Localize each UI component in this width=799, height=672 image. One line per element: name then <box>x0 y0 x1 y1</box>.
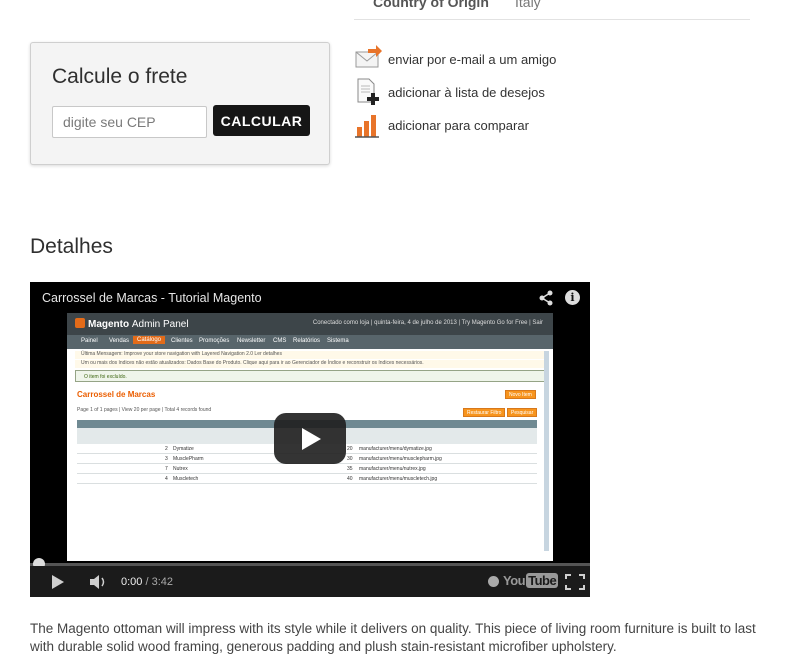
thumb-cell-id: 2 <box>165 446 168 452</box>
thumb-nav-item: Vendas <box>109 338 130 344</box>
thumb-cell-pos: 40 <box>347 476 353 482</box>
thumb-nav-item-active: Catálogo <box>133 336 166 344</box>
thumb-nav-item: Clientes <box>171 338 193 344</box>
thumb-success-message: O item foi excluído. <box>75 370 545 382</box>
shipping-title: Calcule o frete <box>52 65 188 88</box>
thumb-cell-name: MusclePharm <box>173 456 204 462</box>
youtube-logo-you: You <box>503 573 526 588</box>
thumb-nav-item: Painel <box>81 338 98 344</box>
email-friend-label: enviar por e-mail a um amigo <box>388 52 557 67</box>
play-icon[interactable] <box>52 575 64 589</box>
thumb-reset-button: Restaurar Filtro <box>463 408 506 417</box>
thumb-nav-item: Promoções <box>199 338 230 344</box>
add-to-compare-label: adicionar para comparar <box>388 118 529 133</box>
wishlist-add-icon <box>354 78 382 106</box>
thumb-table-row: 7 Nutrex 35 manufacturer/menu/nutrex.jpg <box>77 464 537 474</box>
video-title[interactable]: Carrossel de Marcas - Tutorial Magento <box>42 291 262 305</box>
email-friend-link[interactable]: enviar por e-mail a um amigo <box>354 45 714 73</box>
thumb-cell-name: Nutrex <box>173 466 188 472</box>
product-description: The Magento ottoman will impress with it… <box>30 621 756 654</box>
youtube-logo[interactable]: You Tube <box>503 573 559 588</box>
thumb-alert: Última Mensagem: Improve your store navi… <box>75 351 545 359</box>
thumb-logo-text: Magento <box>88 319 130 330</box>
play-overlay-button[interactable] <box>274 413 346 464</box>
thumb-pager: Page 1 of 1 pages | View 20 per page | T… <box>77 407 212 413</box>
video-player[interactable]: Magento Admin Panel Conectado como loja … <box>30 282 590 597</box>
thumb-cell-id: 4 <box>165 476 168 482</box>
thumb-cell-name: Muscletech <box>173 476 199 482</box>
thumb-top-right: Conectado como loja | quinta-feira, 4 de… <box>312 320 543 326</box>
thumb-admin-header: Magento Admin Panel Conectado como loja … <box>67 313 553 335</box>
thumb-cell-pos: 30 <box>347 456 353 462</box>
shipping-calculator: Calcule o frete CALCULAR <box>30 42 330 165</box>
thumb-new-button: Novo Item <box>505 390 536 399</box>
add-to-wishlist-label: adicionar à lista de desejos <box>388 85 545 100</box>
add-to-compare-link[interactable]: adicionar para comparar <box>354 111 714 139</box>
email-icon <box>354 45 382 73</box>
watch-later-icon[interactable] <box>488 576 499 587</box>
thumb-cell-logo: manufacturer/menu/muscletech.jpg <box>359 476 438 482</box>
video-time: 0:00 / 3:42 <box>121 576 173 588</box>
video-controls: 0:00 / 3:42 You Tube <box>30 566 590 597</box>
thumb-admin-nav: Painel Vendas Catálogo Clientes Promoçõe… <box>67 335 553 349</box>
youtube-logo-tube: Tube <box>526 573 559 588</box>
thumb-table-row: 4 Muscletech 40 manufacturer/menu/muscle… <box>77 474 537 484</box>
volume-icon[interactable] <box>89 574 109 590</box>
thumb-cell-id: 3 <box>165 456 168 462</box>
thumb-cell-pos: 20 <box>347 446 353 452</box>
thumb-search-button: Pesquisar <box>507 408 538 417</box>
current-time: 0:00 <box>121 576 143 588</box>
thumb-nav-item: Sistema <box>327 338 349 344</box>
magento-logo-icon <box>75 318 85 328</box>
calculate-button[interactable]: CALCULAR <box>213 105 310 136</box>
attribute-value: Italy <box>515 0 541 10</box>
share-icon[interactable] <box>538 290 554 306</box>
attribute-row-country: Country of Origin Italy <box>354 0 750 20</box>
thumb-cell-pos: 35 <box>347 466 353 472</box>
add-to-wishlist-link[interactable]: adicionar à lista de desejos <box>354 78 714 106</box>
thumb-alert: Um ou mais dos índices não estão atualiz… <box>75 360 545 368</box>
thumb-cell-name: Dymatize <box>173 446 194 452</box>
zip-code-input[interactable] <box>52 106 207 138</box>
info-icon[interactable]: i <box>565 290 580 305</box>
thumb-magento-logo: Magento Admin Panel <box>75 318 189 330</box>
fullscreen-icon[interactable] <box>565 574 585 590</box>
thumb-heading: Carrossel de Marcas <box>77 390 156 399</box>
thumb-logo-sub: Admin Panel <box>131 319 189 330</box>
thumb-cell-id: 7 <box>165 466 168 472</box>
thumb-nav-item: Relatórios <box>293 338 321 344</box>
attribute-label: Country of Origin <box>373 0 489 10</box>
video-duration: / 3:42 <box>145 576 174 588</box>
thumb-cell-logo: manufacturer/menu/nutrex.jpg <box>359 466 426 472</box>
compare-chart-icon <box>354 111 382 139</box>
thumb-nav-item: CMS <box>273 338 287 344</box>
thumb-cell-logo: manufacturer/menu/dymatize.jpg <box>359 446 432 452</box>
thumb-scrollbar <box>544 351 549 551</box>
thumb-nav-item: Newsletter <box>237 338 266 344</box>
details-heading: Detalhes <box>30 235 113 258</box>
thumb-cell-logo: manufacturer/menu/musclepharm.jpg <box>359 456 442 462</box>
